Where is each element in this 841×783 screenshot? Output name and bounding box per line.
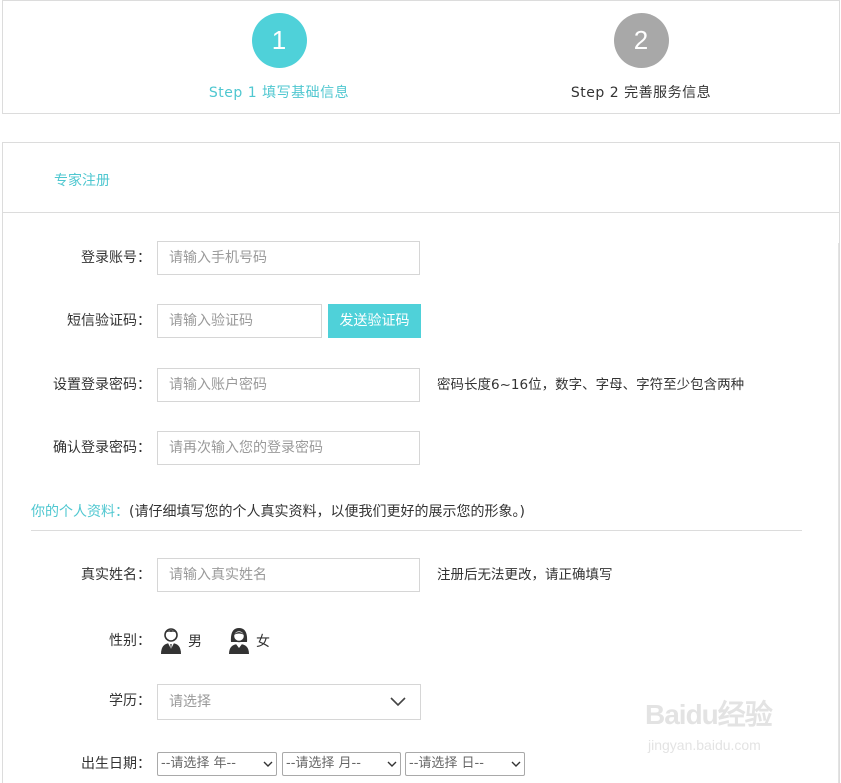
gender-option-female[interactable]: 女 bbox=[228, 627, 270, 655]
dropdown-arrow-icon bbox=[511, 761, 521, 767]
step-2-circle: 2 bbox=[613, 13, 669, 68]
birth-year-select[interactable]: --请选择 年-- bbox=[157, 752, 277, 776]
gender-row: 性别： 男 女 bbox=[3, 624, 841, 660]
watermark-url: jingyan.baidu.com bbox=[648, 737, 761, 753]
send-code-button[interactable]: 发送验证码 bbox=[328, 304, 421, 338]
gender-female-label: 女 bbox=[256, 634, 270, 650]
watermark-logo: Baidu经验 bbox=[645, 699, 773, 730]
birth-month-value: --请选择 月-- bbox=[286, 756, 361, 771]
education-label: 学历： bbox=[109, 693, 151, 709]
birthdate-label: 出生日期： bbox=[81, 756, 151, 772]
birth-year-value: --请选择 年-- bbox=[161, 756, 236, 771]
registration-panel: 专家注册 登录账号： 请输入手机号码 短信验证码： 请输入验证码 发送验证码 设… bbox=[2, 142, 840, 783]
chevron-down-icon bbox=[390, 697, 406, 707]
account-input[interactable]: 请输入手机号码 bbox=[157, 241, 420, 275]
birth-month-select[interactable]: --请选择 月-- bbox=[282, 752, 401, 776]
sms-code-row: 短信验证码： 请输入验证码 发送验证码 bbox=[3, 304, 841, 340]
confirm-password-row: 确认登录密码： 请再次输入您的登录密码 bbox=[3, 431, 841, 467]
section-highlight: 你的个人资料： bbox=[31, 504, 129, 520]
password-hint: 密码长度6~16位，数字、字母、字符至少包含两种 bbox=[437, 377, 745, 393]
gender-label: 性别： bbox=[109, 633, 151, 649]
panel-title: 专家注册 bbox=[54, 173, 110, 189]
birth-day-value: --请选择 日-- bbox=[409, 756, 484, 771]
panel-header: 专家注册 bbox=[3, 143, 839, 213]
section-text: (请仔细填写您的个人真实资料，以便我们更好的展示您的形象。) bbox=[129, 504, 525, 520]
step-1: 1 Step 1 填写基础信息 bbox=[159, 13, 399, 102]
male-avatar-icon bbox=[161, 628, 181, 654]
sms-code-label: 短信验证码： bbox=[67, 313, 151, 329]
dropdown-arrow-icon bbox=[387, 761, 397, 767]
birth-day-select[interactable]: --请选择 日-- bbox=[405, 752, 525, 776]
real-name-hint: 注册后无法更改，请正确填写 bbox=[437, 567, 613, 583]
gender-options: 男 女 bbox=[160, 624, 296, 658]
personal-info-section: 你的个人资料：(请仔细填写您的个人真实资料，以便我们更好的展示您的形象。) bbox=[31, 501, 802, 531]
female-avatar-icon bbox=[229, 628, 249, 654]
gender-option-male[interactable]: 男 bbox=[160, 627, 202, 655]
password-label: 设置登录密码： bbox=[53, 377, 151, 393]
education-value: 请选择 bbox=[169, 694, 211, 710]
step-1-label: Step 1 填写基础信息 bbox=[208, 85, 350, 101]
education-select[interactable]: 请选择 bbox=[157, 684, 421, 720]
gender-male-label: 男 bbox=[188, 634, 202, 650]
real-name-label: 真实姓名： bbox=[81, 567, 151, 583]
real-name-row: 真实姓名： 请输入真实姓名 注册后无法更改，请正确填写 bbox=[3, 558, 841, 594]
step-1-circle: 1 bbox=[251, 13, 307, 68]
confirm-password-label: 确认登录密码： bbox=[53, 440, 151, 456]
account-row: 登录账号： 请输入手机号码 bbox=[3, 241, 841, 277]
dropdown-arrow-icon bbox=[263, 761, 273, 767]
password-input[interactable]: 请输入账户密码 bbox=[157, 368, 420, 402]
step-2: 2 Step 2 完善服务信息 bbox=[521, 13, 761, 102]
sms-code-input[interactable]: 请输入验证码 bbox=[157, 304, 322, 338]
account-label: 登录账号： bbox=[81, 250, 151, 266]
real-name-input[interactable]: 请输入真实姓名 bbox=[157, 558, 420, 592]
watermark: Baidu经验 jingyan.baidu.com bbox=[645, 693, 835, 763]
step-2-label: Step 2 完善服务信息 bbox=[570, 85, 712, 101]
confirm-password-input[interactable]: 请再次输入您的登录密码 bbox=[157, 431, 420, 465]
steps-panel: 1 Step 1 填写基础信息 2 Step 2 完善服务信息 bbox=[2, 0, 840, 114]
password-row: 设置登录密码： 请输入账户密码 密码长度6~16位，数字、字母、字符至少包含两种 bbox=[3, 368, 841, 404]
